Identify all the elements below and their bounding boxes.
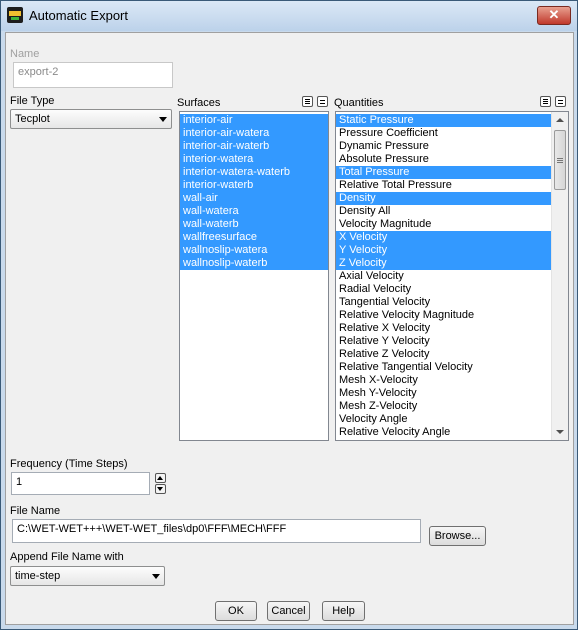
file-type-value: Tecplot (15, 113, 50, 125)
surfaces-list[interactable]: interior-air interior-air-watera interior-… (179, 111, 329, 441)
name-field: export-2 (13, 62, 173, 88)
file-name-label: File Name (10, 505, 61, 517)
file-type-label: File Type (10, 95, 55, 107)
list-item[interactable]: Relative Velocity Angle (336, 426, 551, 439)
list-item[interactable]: Relative Tangential Velocity (336, 361, 551, 374)
browse-button[interactable]: Browse... (429, 526, 486, 546)
window-title: Automatic Export (29, 8, 128, 23)
quantities-deselect-all-button[interactable] (555, 96, 566, 107)
list-item[interactable]: Velocity Angle (336, 413, 551, 426)
list-item[interactable]: Mesh X-Velocity (336, 374, 551, 387)
list-item[interactable]: wallnoslip-watera (180, 244, 328, 257)
scroll-thumb[interactable] (554, 130, 566, 190)
list-item[interactable]: X Velocity (336, 231, 551, 244)
list-item[interactable]: interior-watera (180, 153, 328, 166)
list-item[interactable]: Total Pressure (336, 166, 551, 179)
list-item[interactable]: Radial Velocity (336, 283, 551, 296)
dialog-body: Name export-2 File Type Tecplot Surfaces… (5, 32, 574, 625)
list-item[interactable]: Density All (336, 205, 551, 218)
surfaces-label: Surfaces (177, 97, 221, 109)
list-item[interactable]: wallnoslip-waterb (180, 257, 328, 270)
automatic-export-dialog: Automatic Export ✕ Name export-2 File Ty… (0, 0, 578, 630)
list-item[interactable]: Mesh Y-Velocity (336, 387, 551, 400)
list-item[interactable]: Relative X Velocity (336, 322, 551, 335)
list-item[interactable]: Velocity Magnitude (336, 218, 551, 231)
list-item[interactable]: interior-air-waterb (180, 140, 328, 153)
chevron-down-icon (152, 574, 160, 579)
quantities-label: Quantities (334, 97, 384, 109)
list-item[interactable]: Relative Y Velocity (336, 335, 551, 348)
list-item[interactable]: Pressure Coefficient (336, 127, 551, 140)
scroll-down-icon[interactable] (556, 430, 564, 434)
name-label: Name (10, 48, 40, 60)
list-item[interactable]: Tangential Velocity (336, 296, 551, 309)
list-item[interactable]: interior-air (180, 114, 328, 127)
ok-button[interactable]: OK (215, 601, 257, 621)
cancel-button[interactable]: Cancel (267, 601, 310, 621)
list-item[interactable]: wall-watera (180, 205, 328, 218)
frequency-increment-button[interactable] (155, 473, 166, 483)
list-item[interactable]: Relative Velocity Magnitude (336, 309, 551, 322)
list-item[interactable]: Relative Z Velocity (336, 348, 551, 361)
surfaces-deselect-all-button[interactable] (317, 96, 328, 107)
list-item[interactable]: interior-air-watera (180, 127, 328, 140)
list-item[interactable]: Density (336, 192, 551, 205)
list-item[interactable]: Mesh Z-Velocity (336, 400, 551, 413)
list-item[interactable]: wall-air (180, 192, 328, 205)
close-button[interactable]: ✕ (537, 6, 571, 25)
list-item[interactable]: Axial Velocity (336, 270, 551, 283)
fluent-app-icon (7, 7, 23, 23)
file-type-dropdown[interactable]: Tecplot (10, 109, 172, 129)
scroll-up-icon[interactable] (556, 118, 564, 122)
append-dropdown[interactable]: time-step (10, 566, 165, 586)
file-name-input[interactable]: C:\WET-WET+++\WET-WET_files\dp0\FFF\MECH… (12, 519, 421, 543)
list-item[interactable]: Absolute Pressure (336, 153, 551, 166)
list-item[interactable]: interior-waterb (180, 179, 328, 192)
list-item[interactable]: Y Velocity (336, 244, 551, 257)
quantities-select-all-button[interactable] (540, 96, 551, 107)
list-item[interactable]: Z Velocity (336, 257, 551, 270)
list-item[interactable]: wall-waterb (180, 218, 328, 231)
help-button[interactable]: Help (322, 601, 365, 621)
frequency-input[interactable]: 1 (11, 472, 150, 495)
list-item[interactable]: Static Pressure (336, 114, 551, 127)
frequency-decrement-button[interactable] (155, 484, 166, 494)
chevron-down-icon (159, 117, 167, 122)
frequency-label: Frequency (Time Steps) (10, 458, 128, 470)
append-label: Append File Name with (10, 551, 124, 563)
list-item[interactable]: interior-watera-waterb (180, 166, 328, 179)
list-item[interactable]: Relative Total Pressure (336, 179, 551, 192)
quantities-list[interactable]: Static Pressure Pressure Coefficient Dynam… (335, 111, 569, 441)
list-item[interactable]: Dynamic Pressure (336, 140, 551, 153)
title-bar[interactable]: Automatic Export ✕ (1, 1, 577, 31)
surfaces-select-all-button[interactable] (302, 96, 313, 107)
quantities-scrollbar[interactable] (551, 112, 568, 440)
append-value: time-step (15, 570, 61, 582)
list-item[interactable]: wallfreesurface (180, 231, 328, 244)
